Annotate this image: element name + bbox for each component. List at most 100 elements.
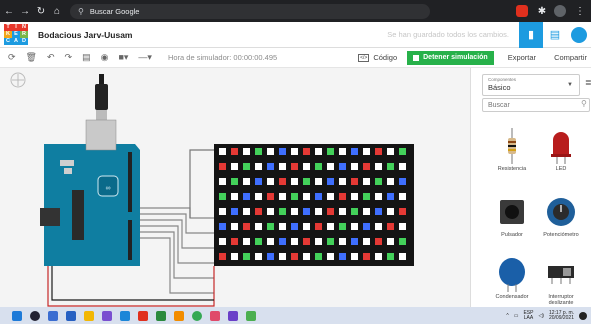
led-pixel [399,148,406,155]
led-pixel [339,223,346,230]
widgets-icon[interactable] [66,310,76,321]
share-button[interactable]: Compartir [550,53,591,62]
search-icon[interactable] [30,310,40,321]
task-view-icon[interactable] [48,310,58,321]
reload-icon[interactable]: ↻ [34,6,48,17]
usb-cable [95,74,108,124]
line-style-icon[interactable]: —▾ [138,52,152,63]
list-view-icon[interactable]: ▤ [543,22,567,48]
component-pushbutton[interactable]: Pulsador [487,194,537,238]
teams-icon[interactable] [102,310,112,321]
led-pixel [243,253,250,260]
code-button-label: Código [373,53,398,62]
app-icon[interactable] [246,310,256,321]
led-pixel [303,253,310,260]
logo-cell: E [12,30,20,38]
redo-icon[interactable]: ↷ [65,52,73,63]
led-pixel [375,163,382,170]
network-icon[interactable]: ▭ [514,313,519,319]
project-name[interactable]: Bodacious Jarv-Uusam [38,30,132,40]
led-pixel [255,238,262,245]
capacitor-icon [499,258,525,292]
led-pixel [231,238,238,245]
led-pixel [375,148,382,155]
led-pixel [399,208,406,215]
notification-icon[interactable] [579,311,587,320]
component-label: Resistencia [497,166,527,172]
file-explorer-icon[interactable] [84,310,94,321]
stop-icon [413,54,420,61]
component-slide-switch[interactable]: Interruptor deslizante [536,256,586,306]
arduino-board[interactable]: ∞ [40,119,140,266]
forward-arrow-icon[interactable]: → [18,6,32,17]
color-picker-icon[interactable]: ■▾ [118,52,128,63]
app-icon[interactable] [210,310,220,321]
profile-avatar[interactable] [554,5,566,17]
component-resistor[interactable]: Resistencia [487,128,537,172]
component-label: LED [555,166,567,172]
menu-dots-icon[interactable]: ⋮ [573,6,587,17]
undo-icon[interactable]: ↶ [47,52,55,63]
user-avatar[interactable] [567,22,591,48]
led-pixel [327,193,334,200]
stop-simulation-button[interactable]: Detener simulación [407,50,494,65]
potentiometer-icon [547,198,575,226]
led-pixel [279,163,286,170]
logo-cell: A [12,37,20,45]
component-label: Interruptor deslizante [548,294,574,306]
tinkercad-logo[interactable]: TINKERCAD [4,23,28,46]
app-icon[interactable] [228,310,238,321]
led-pixel [219,253,226,260]
volume-icon[interactable]: ◁) [538,313,544,319]
led-pixel [351,193,358,200]
photos-icon[interactable] [174,310,184,321]
home-icon[interactable]: ⌂ [50,6,64,17]
store-icon[interactable] [120,310,130,321]
circuit-drawing[interactable]: ∞ [0,68,470,307]
extension-icon[interactable] [516,5,528,17]
component-capacitor[interactable]: Condensador [487,256,537,300]
circuit-view-icon[interactable]: ▮ [519,21,543,48]
logo-cell: K [4,30,12,38]
led-pixel [339,193,346,200]
excel-icon[interactable] [156,310,166,321]
led-pixel [327,178,334,185]
component-led[interactable]: LED [536,128,586,172]
led-pixel [387,253,394,260]
zoom-fit-icon[interactable] [10,72,26,88]
led-pixel [231,223,238,230]
chevron-up-icon[interactable]: ^ [506,313,508,319]
windows-taskbar: ^ ▭ ESP LAA ◁) 12:17 p. m. 20/09/2021 [0,307,591,324]
export-button[interactable]: Exportar [504,53,540,62]
office-icon[interactable] [138,310,148,321]
led-pixel [303,163,310,170]
eye-icon[interactable]: ◉ [101,52,109,63]
component-search-input[interactable] [482,98,590,112]
led-pixel [315,208,322,215]
code-button[interactable]: </> Código [358,53,397,62]
clock[interactable]: 12:17 p. m. 20/09/2021 [549,310,574,321]
component-label: Condensador [495,294,529,300]
led-matrix[interactable] [214,144,414,266]
circuit-canvas[interactable]: ∞ [0,68,470,307]
windows-start-icon[interactable] [12,310,22,321]
led-pixel [291,253,298,260]
led-pixel [219,238,226,245]
led-pixel [375,178,382,185]
back-arrow-icon[interactable]: ← [2,6,16,17]
component-potentiometer[interactable]: Potenciómetro [536,194,586,238]
puzzle-icon[interactable]: ✱ [535,6,549,17]
components-dropdown[interactable]: Componentes Básico ▼ [482,74,580,96]
delete-icon[interactable]: 🗑 [26,52,37,63]
chrome-icon[interactable] [192,310,202,321]
led-pixel [279,253,286,260]
list-toggle-icon[interactable]: ≣ [585,78,591,87]
omnibox[interactable]: ⚲ Buscar Google [70,3,430,19]
led-pixel [339,208,346,215]
led-pixel [351,223,358,230]
language-indicator[interactable]: ESP LAA [523,310,533,321]
led-pixel [303,208,310,215]
rotate-icon[interactable]: ⟳ [8,52,16,63]
note-icon[interactable]: ▤ [82,52,91,63]
led-pixel [351,163,358,170]
